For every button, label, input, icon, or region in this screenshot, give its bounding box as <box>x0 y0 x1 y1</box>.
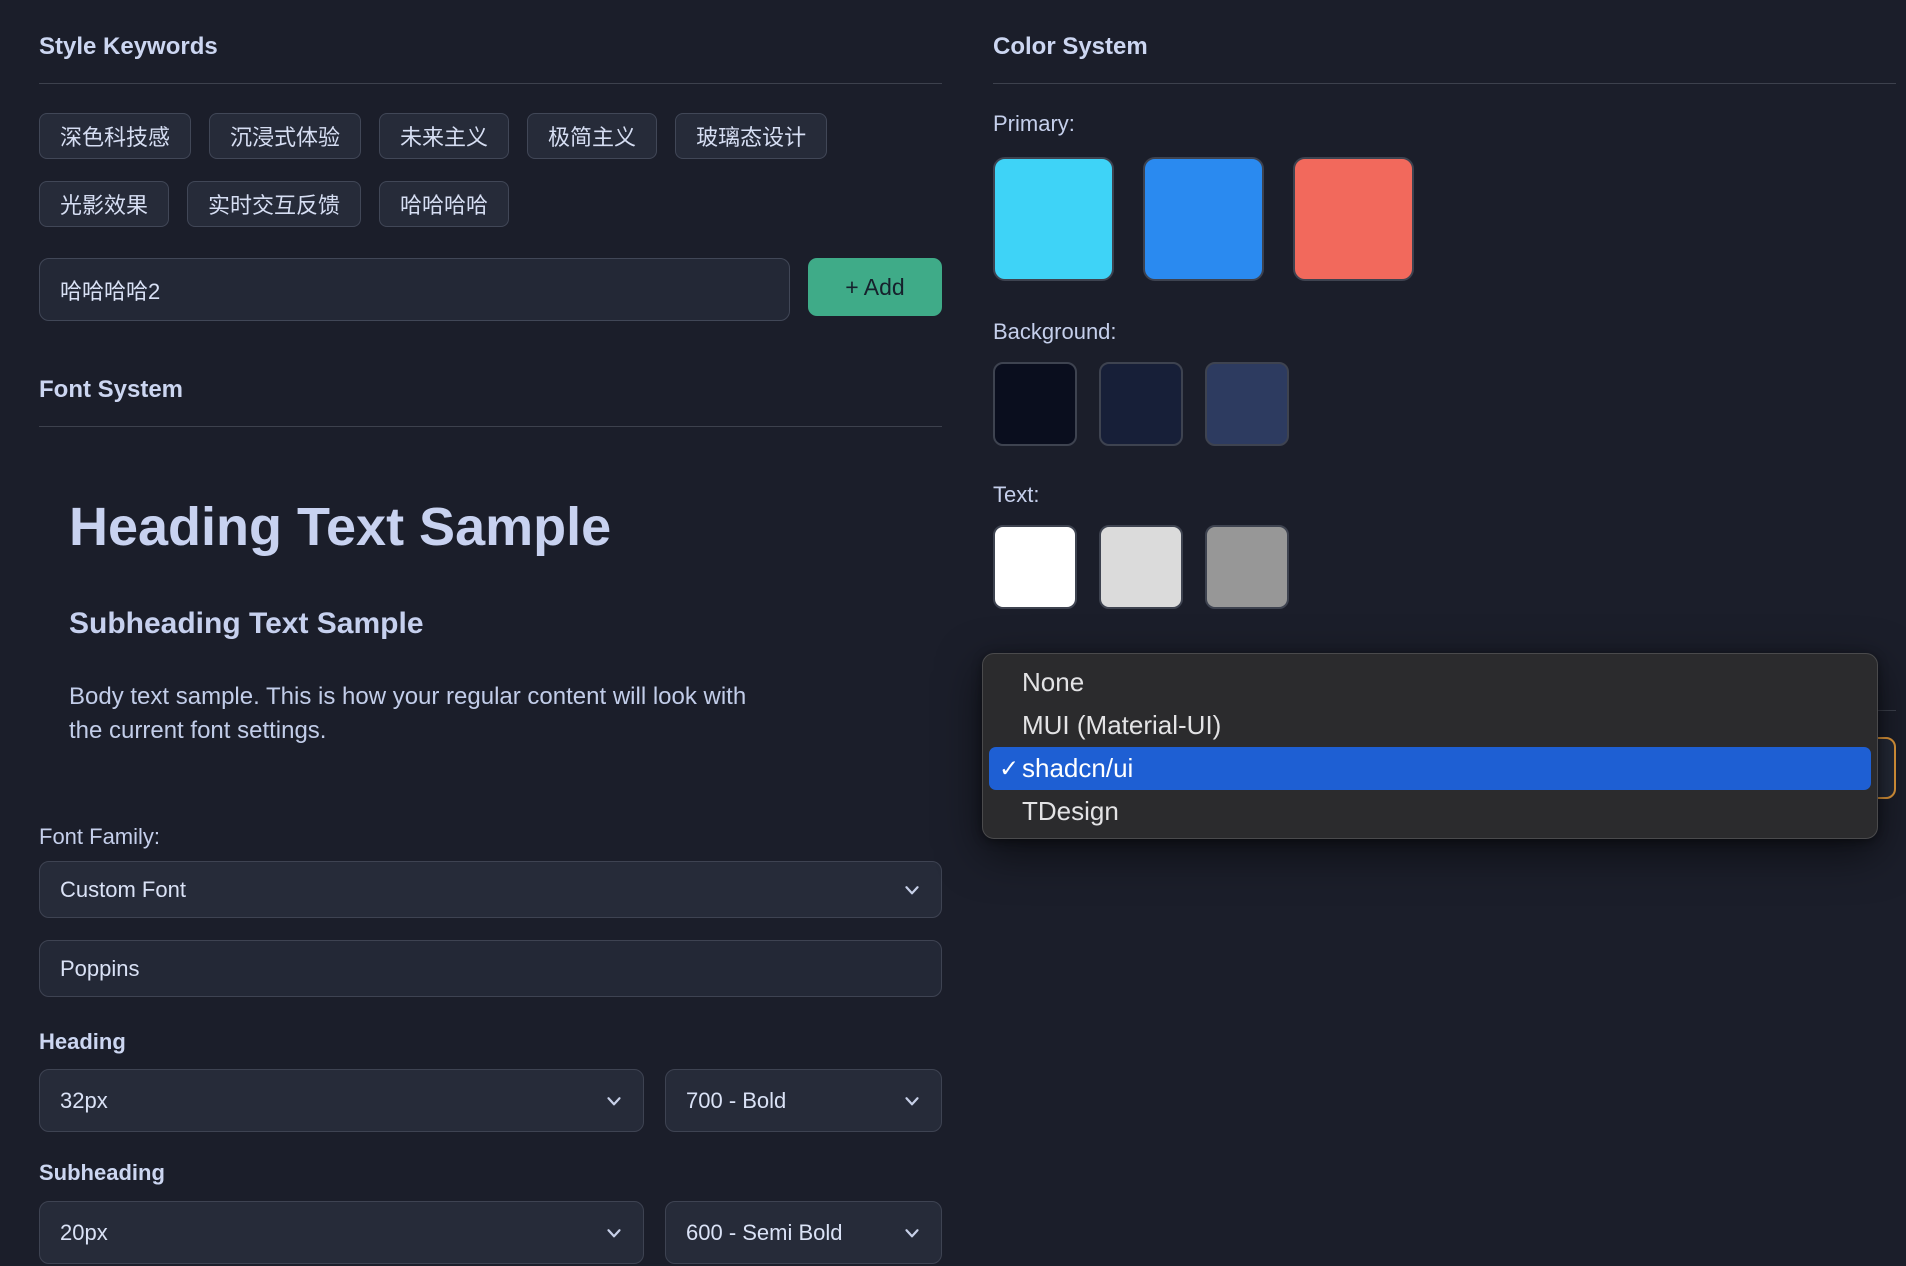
preview-subheading: Subheading Text Sample <box>69 605 942 643</box>
keyword-chip[interactable]: 极简主义 <box>527 113 657 159</box>
keyword-chip[interactable]: 实时交互反馈 <box>187 181 361 227</box>
chevron-down-icon <box>901 879 923 901</box>
chevron-down-icon <box>901 1090 923 1112</box>
keyword-chip[interactable]: 哈哈哈哈 <box>379 181 509 227</box>
heading-label: Heading <box>39 1029 942 1055</box>
subheading-settings-row: 20px 600 - Semi Bold <box>39 1201 942 1264</box>
preview-body: Body text sample. This is how your regul… <box>69 680 942 748</box>
keyword-chip[interactable]: 沉浸式体验 <box>209 113 361 159</box>
background-swatch-row <box>993 362 1896 446</box>
add-keyword-row: + Add <box>39 258 942 321</box>
font-family-select[interactable]: Custom Font <box>39 861 942 918</box>
dropdown-option-label: TDesign <box>1022 796 1119 827</box>
background-colors-label: Background: <box>993 319 1896 345</box>
chevron-down-icon <box>603 1222 625 1244</box>
style-keywords-title: Style Keywords <box>39 32 942 62</box>
heading-weight-select[interactable]: 700 - Bold <box>665 1069 942 1132</box>
chevron-down-icon <box>901 1222 923 1244</box>
background-color-swatch[interactable] <box>1205 362 1289 446</box>
primary-swatch-row <box>993 157 1896 281</box>
library-dropdown-menu: None MUI (Material-UI) ✓ shadcn/ui TDesi… <box>982 653 1878 839</box>
dropdown-option-label: None <box>1022 667 1084 698</box>
preview-body-line: the current font settings. <box>69 714 942 748</box>
new-keyword-input[interactable] <box>39 258 790 321</box>
text-color-swatch[interactable] <box>1099 525 1183 609</box>
primary-color-swatch[interactable] <box>993 157 1114 281</box>
heading-size-value: 32px <box>60 1088 108 1114</box>
heading-settings-row: 32px 700 - Bold <box>39 1069 942 1132</box>
dropdown-option-shadcn[interactable]: ✓ shadcn/ui <box>989 747 1871 790</box>
chevron-down-icon <box>603 1090 625 1112</box>
color-system-title: Color System <box>993 32 1896 62</box>
text-color-swatch[interactable] <box>993 525 1077 609</box>
primary-colors-label: Primary: <box>993 111 1896 137</box>
dropdown-option-tdesign[interactable]: TDesign <box>989 790 1871 833</box>
subheading-size-select[interactable]: 20px <box>39 1201 644 1264</box>
font-family-select-value: Custom Font <box>60 877 186 903</box>
keyword-chip[interactable]: 深色科技感 <box>39 113 191 159</box>
checkmark-icon: ✓ <box>999 754 1019 783</box>
dropdown-option-mui[interactable]: MUI (Material-UI) <box>989 704 1871 747</box>
heading-weight-value: 700 - Bold <box>686 1088 786 1114</box>
subheading-weight-select[interactable]: 600 - Semi Bold <box>665 1201 942 1264</box>
font-preview: Heading Text Sample Subheading Text Samp… <box>69 494 942 748</box>
dropdown-option-label: MUI (Material-UI) <box>1022 710 1221 741</box>
primary-color-swatch[interactable] <box>1293 157 1414 281</box>
background-color-swatch[interactable] <box>1099 362 1183 446</box>
subheading-size-value: 20px <box>60 1220 108 1246</box>
background-color-swatch[interactable] <box>993 362 1077 446</box>
dropdown-option-none[interactable]: None <box>989 661 1871 704</box>
text-swatch-row <box>993 525 1896 609</box>
keyword-chip[interactable]: 光影效果 <box>39 181 169 227</box>
keyword-chip-list: 深色科技感 沉浸式体验 未来主义 极简主义 玻璃态设计 光影效果 实时交互反馈 … <box>39 113 942 227</box>
heading-size-select[interactable]: 32px <box>39 1069 644 1132</box>
primary-color-swatch[interactable] <box>1143 157 1264 281</box>
preview-body-line: Body text sample. This is how your regul… <box>69 680 942 714</box>
text-color-swatch[interactable] <box>1205 525 1289 609</box>
divider <box>39 426 942 427</box>
add-keyword-button[interactable]: + Add <box>808 258 942 316</box>
subheading-label: Subheading <box>39 1160 942 1186</box>
text-colors-label: Text: <box>993 482 1896 508</box>
divider <box>39 83 942 84</box>
font-system-title: Font System <box>39 375 942 405</box>
keyword-chip[interactable]: 玻璃态设计 <box>675 113 827 159</box>
dropdown-option-label: shadcn/ui <box>1022 753 1133 784</box>
style-font-panel: Style Keywords 深色科技感 沉浸式体验 未来主义 极简主义 玻璃态… <box>39 32 942 1264</box>
custom-font-input[interactable] <box>39 940 942 997</box>
preview-heading: Heading Text Sample <box>69 494 942 560</box>
divider <box>993 83 1896 84</box>
subheading-weight-value: 600 - Semi Bold <box>686 1220 843 1246</box>
font-family-label: Font Family: <box>39 824 942 850</box>
keyword-chip[interactable]: 未来主义 <box>379 113 509 159</box>
